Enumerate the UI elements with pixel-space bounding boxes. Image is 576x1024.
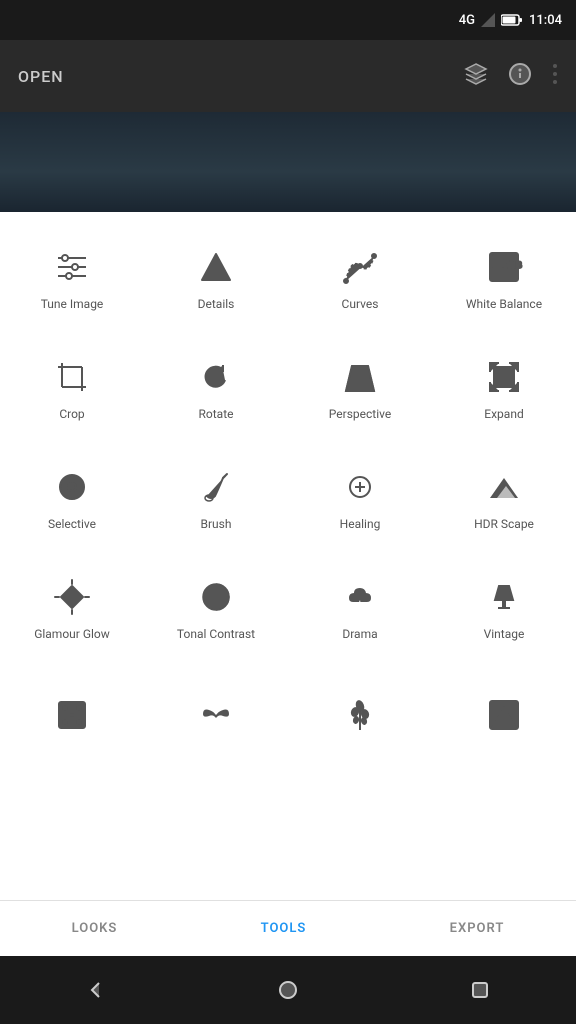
- tonal-contrast-icon: [194, 575, 238, 619]
- brush-icon: [194, 465, 238, 509]
- selective-icon: [50, 465, 94, 509]
- hdr-scape-icon: [482, 465, 526, 509]
- perspective-label: Perspective: [329, 407, 391, 423]
- details-label: Details: [198, 297, 235, 313]
- glamour-glow-label: Glamour Glow: [34, 627, 110, 643]
- tool-drama[interactable]: Drama: [288, 552, 432, 662]
- white-balance-icon: WB: [482, 245, 526, 289]
- top-toolbar: OPEN: [0, 40, 576, 112]
- bottom-nav: LOOKS TOOLS EXPORT: [0, 900, 576, 956]
- drama-icon: [338, 575, 382, 619]
- battery-icon: [501, 14, 523, 26]
- perspective-icon: [338, 355, 382, 399]
- more-icon[interactable]: [552, 62, 558, 91]
- recents-button[interactable]: [458, 968, 502, 1012]
- tool-19[interactable]: [288, 662, 432, 772]
- details-icon: [194, 245, 238, 289]
- tool-20[interactable]: [432, 662, 576, 772]
- nav-export[interactable]: EXPORT: [430, 913, 525, 944]
- curves-icon: [338, 245, 382, 289]
- triangle-image-icon: [482, 693, 526, 737]
- back-button[interactable]: [74, 968, 118, 1012]
- nav-tools[interactable]: TOOLS: [241, 913, 327, 944]
- status-bar: 4G 11:04: [0, 0, 576, 40]
- mustache-icon: [194, 693, 238, 737]
- healing-label: Healing: [340, 517, 381, 533]
- signal-text: 4G: [459, 13, 475, 28]
- brush-label: Brush: [201, 517, 232, 533]
- tools-panel: Tune Image Details Curves: [0, 212, 576, 772]
- hdr-scape-label: HDR Scape: [474, 517, 534, 533]
- tools-grid: Tune Image Details Curves: [0, 222, 576, 772]
- tool-18[interactable]: [144, 662, 288, 772]
- plant-icon: [338, 693, 382, 737]
- crop-icon: [50, 355, 94, 399]
- tool-vintage[interactable]: Vintage: [432, 552, 576, 662]
- tool-expand[interactable]: Expand: [432, 332, 576, 442]
- tool-white-balance[interactable]: WB White Balance: [432, 222, 576, 332]
- info-icon[interactable]: [508, 62, 532, 91]
- tool-tune-image[interactable]: Tune Image: [0, 222, 144, 332]
- tool-details[interactable]: Details: [144, 222, 288, 332]
- white-balance-label: White Balance: [466, 297, 542, 313]
- tool-selective[interactable]: Selective: [0, 442, 144, 552]
- open-button[interactable]: OPEN: [18, 67, 64, 86]
- rotate-label: Rotate: [199, 407, 234, 423]
- expand-icon: [482, 355, 526, 399]
- selective-label: Selective: [48, 517, 96, 533]
- tool-17[interactable]: [0, 662, 144, 772]
- tune-image-label: Tune Image: [41, 297, 104, 313]
- tune-image-icon: [50, 245, 94, 289]
- android-nav-bar: [0, 956, 576, 1024]
- drama-label: Drama: [342, 627, 377, 643]
- tool-brush[interactable]: Brush: [144, 442, 288, 552]
- time-display: 11:04: [529, 13, 562, 28]
- tool-rotate[interactable]: Rotate: [144, 332, 288, 442]
- photo-preview: [0, 112, 576, 212]
- home-button[interactable]: [266, 968, 310, 1012]
- nav-looks[interactable]: LOOKS: [52, 913, 138, 944]
- glamour-glow-icon: [50, 575, 94, 619]
- healing-icon: [338, 465, 382, 509]
- curves-label: Curves: [342, 297, 379, 313]
- tonal-contrast-label: Tonal Contrast: [177, 627, 255, 643]
- svg-text:WB: WB: [507, 260, 522, 270]
- expand-label: Expand: [484, 407, 523, 423]
- toolbar-actions: [464, 62, 558, 91]
- tool-perspective[interactable]: Perspective: [288, 332, 432, 442]
- layers-icon[interactable]: [464, 62, 488, 91]
- tool-curves[interactable]: Curves: [288, 222, 432, 332]
- tool-crop[interactable]: Crop: [0, 332, 144, 442]
- tool-tonal-contrast[interactable]: Tonal Contrast: [144, 552, 288, 662]
- vintage-icon: [482, 575, 526, 619]
- crop-label: Crop: [59, 407, 84, 423]
- tool-glamour-glow[interactable]: Glamour Glow: [0, 552, 144, 662]
- tool-hdr-scape[interactable]: HDR Scape: [432, 442, 576, 552]
- rotate-icon: [194, 355, 238, 399]
- tool-healing[interactable]: Healing: [288, 442, 432, 552]
- signal-icon: [481, 13, 495, 27]
- vintage-label: Vintage: [484, 627, 525, 643]
- grid-icon: [50, 693, 94, 737]
